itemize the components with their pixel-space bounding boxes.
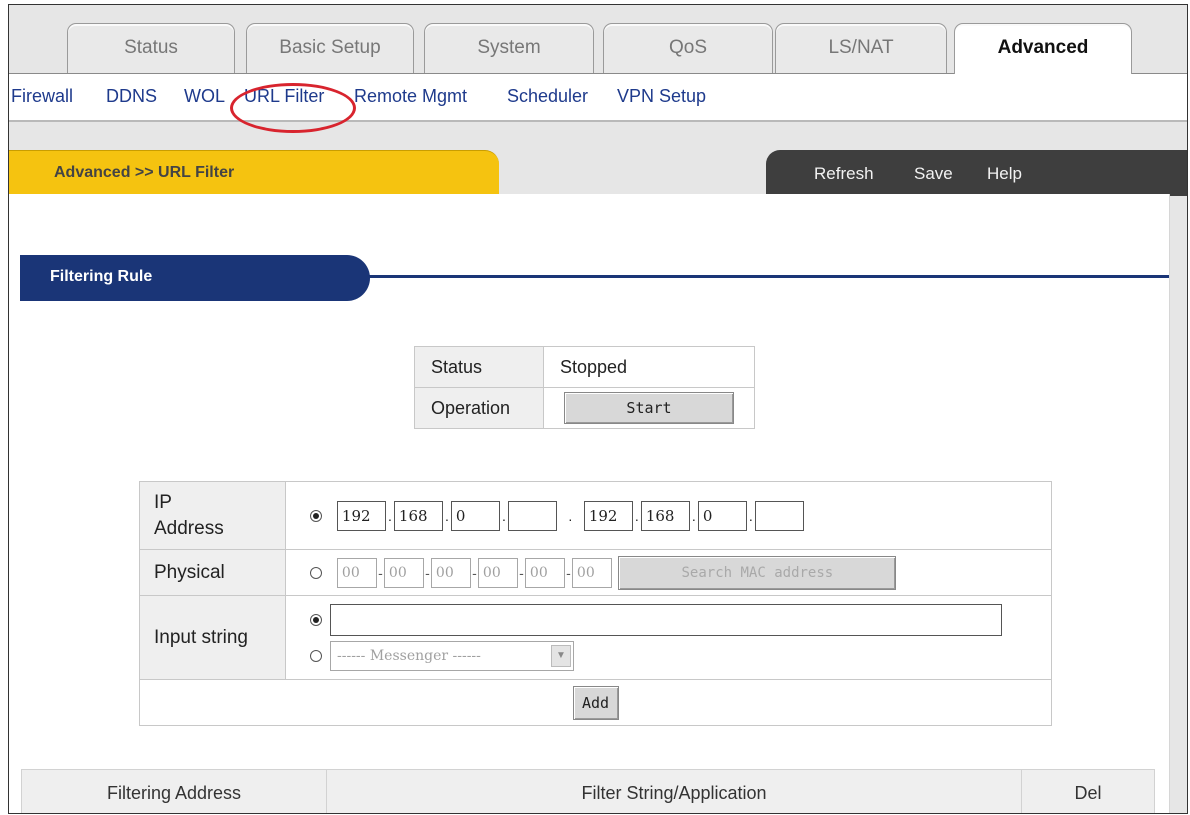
mac-octet-6[interactable]: 00 — [571, 557, 612, 588]
tab-status[interactable]: Status — [67, 23, 235, 73]
add-button-cell: Add — [139, 679, 1052, 726]
ip-start-octet-2[interactable]: 168 — [393, 500, 443, 531]
filter-results-table: Filtering Address Filter String/Applicat… — [21, 769, 1155, 813]
ip-end-octet-1[interactable]: 192 — [583, 500, 633, 531]
tab-system[interactable]: System — [424, 23, 594, 73]
del-header: Del — [1021, 769, 1155, 813]
filter-string-header: Filter String/Application — [326, 769, 1022, 813]
string-input-row — [310, 602, 1050, 638]
input-string-field-cell: ------ Messenger ------ ▼ — [285, 595, 1052, 680]
ip-address-radio[interactable] — [310, 509, 322, 522]
nav-vpn-setup[interactable]: VPN Setup — [617, 86, 706, 107]
ip-end-octet-4[interactable] — [754, 500, 804, 531]
mac-octet-4[interactable]: 00 — [477, 557, 518, 588]
section-header: Filtering Rule — [20, 255, 370, 301]
chevron-down-icon[interactable]: ▼ — [551, 644, 571, 667]
messenger-select[interactable]: ------ Messenger ------ ▼ — [330, 640, 574, 671]
string-radio[interactable] — [310, 613, 322, 626]
section-title: Filtering Rule — [50, 268, 153, 285]
nav-scheduler[interactable]: Scheduler — [507, 86, 588, 107]
physical-radio[interactable] — [310, 566, 322, 579]
breadcrumb-tab: Advanced >> URL Filter — [9, 150, 499, 197]
nav-wol[interactable]: WOL — [184, 86, 225, 107]
router-admin-window: Status Basic Setup System QoS LS/NAT Adv… — [8, 4, 1188, 814]
section-divider — [369, 275, 1169, 278]
save-button[interactable]: Save — [914, 164, 953, 184]
action-tab: Refresh Save Help — [766, 150, 1187, 196]
ip-start-octet-4[interactable] — [507, 500, 557, 531]
tab-qos[interactable]: QoS — [603, 23, 773, 73]
ip-start-octet-3[interactable]: 0 — [450, 500, 500, 531]
filtering-address-header: Filtering Address — [21, 769, 327, 813]
tab-ls-nat[interactable]: LS/NAT — [775, 23, 947, 73]
filter-string-input[interactable] — [330, 603, 1002, 636]
ip-range-separator: . — [568, 507, 573, 524]
add-button[interactable]: Add — [572, 685, 619, 720]
mac-octet-5[interactable]: 00 — [524, 557, 565, 588]
status-label: Status — [414, 346, 544, 388]
filter-rule-form: IP Address 192. 168. 0. . 192. 168. 0. Physi… — [139, 481, 1052, 726]
ip-start-octet-1[interactable]: 192 — [336, 500, 386, 531]
ip-end-octet-2[interactable]: 168 — [640, 500, 690, 531]
messenger-radio[interactable] — [310, 649, 322, 662]
search-mac-address-button[interactable]: Search MAC address — [618, 555, 897, 590]
operation-cell: Start — [543, 387, 755, 429]
mac-octet-3[interactable]: 00 — [430, 557, 471, 588]
mac-octet-1[interactable]: 00 — [336, 557, 377, 588]
nav-ddns[interactable]: DDNS — [106, 86, 157, 107]
ip-end-octet-3[interactable]: 0 — [697, 500, 747, 531]
tab-basic-setup[interactable]: Basic Setup — [246, 23, 414, 73]
ip-address-field-cell: 192. 168. 0. . 192. 168. 0. — [285, 481, 1052, 550]
sub-navigation: Firewall DDNS WOL URL Filter Remote Mgmt… — [9, 74, 1187, 122]
breadcrumb: Advanced >> URL Filter — [54, 164, 235, 181]
input-string-label: Input string — [139, 595, 286, 680]
tab-advanced[interactable]: Advanced — [954, 23, 1132, 74]
ip-address-label-text: IP Address — [154, 491, 224, 539]
messenger-row: ------ Messenger ------ ▼ — [310, 638, 1050, 674]
top-tab-bar: Status Basic Setup System QoS LS/NAT Adv… — [9, 5, 1187, 74]
refresh-button[interactable]: Refresh — [814, 164, 874, 184]
physical-label: Physical — [139, 549, 286, 596]
operation-label: Operation — [414, 387, 544, 429]
status-value: Stopped — [543, 346, 755, 388]
ip-address-label: IP Address — [139, 481, 286, 550]
nav-firewall[interactable]: Firewall — [11, 86, 73, 107]
help-button[interactable]: Help — [987, 164, 1022, 184]
nav-url-filter[interactable]: URL Filter — [244, 86, 324, 107]
nav-remote-mgmt[interactable]: Remote Mgmt — [354, 86, 467, 107]
messenger-select-value: ------ Messenger ------ — [337, 647, 481, 664]
status-table: Status Stopped Operation Start — [414, 346, 755, 429]
physical-field-cell: 00-00-00-00-00-00 Search MAC address — [285, 549, 1052, 596]
mac-octet-2[interactable]: 00 — [383, 557, 424, 588]
start-button[interactable]: Start — [564, 392, 734, 424]
